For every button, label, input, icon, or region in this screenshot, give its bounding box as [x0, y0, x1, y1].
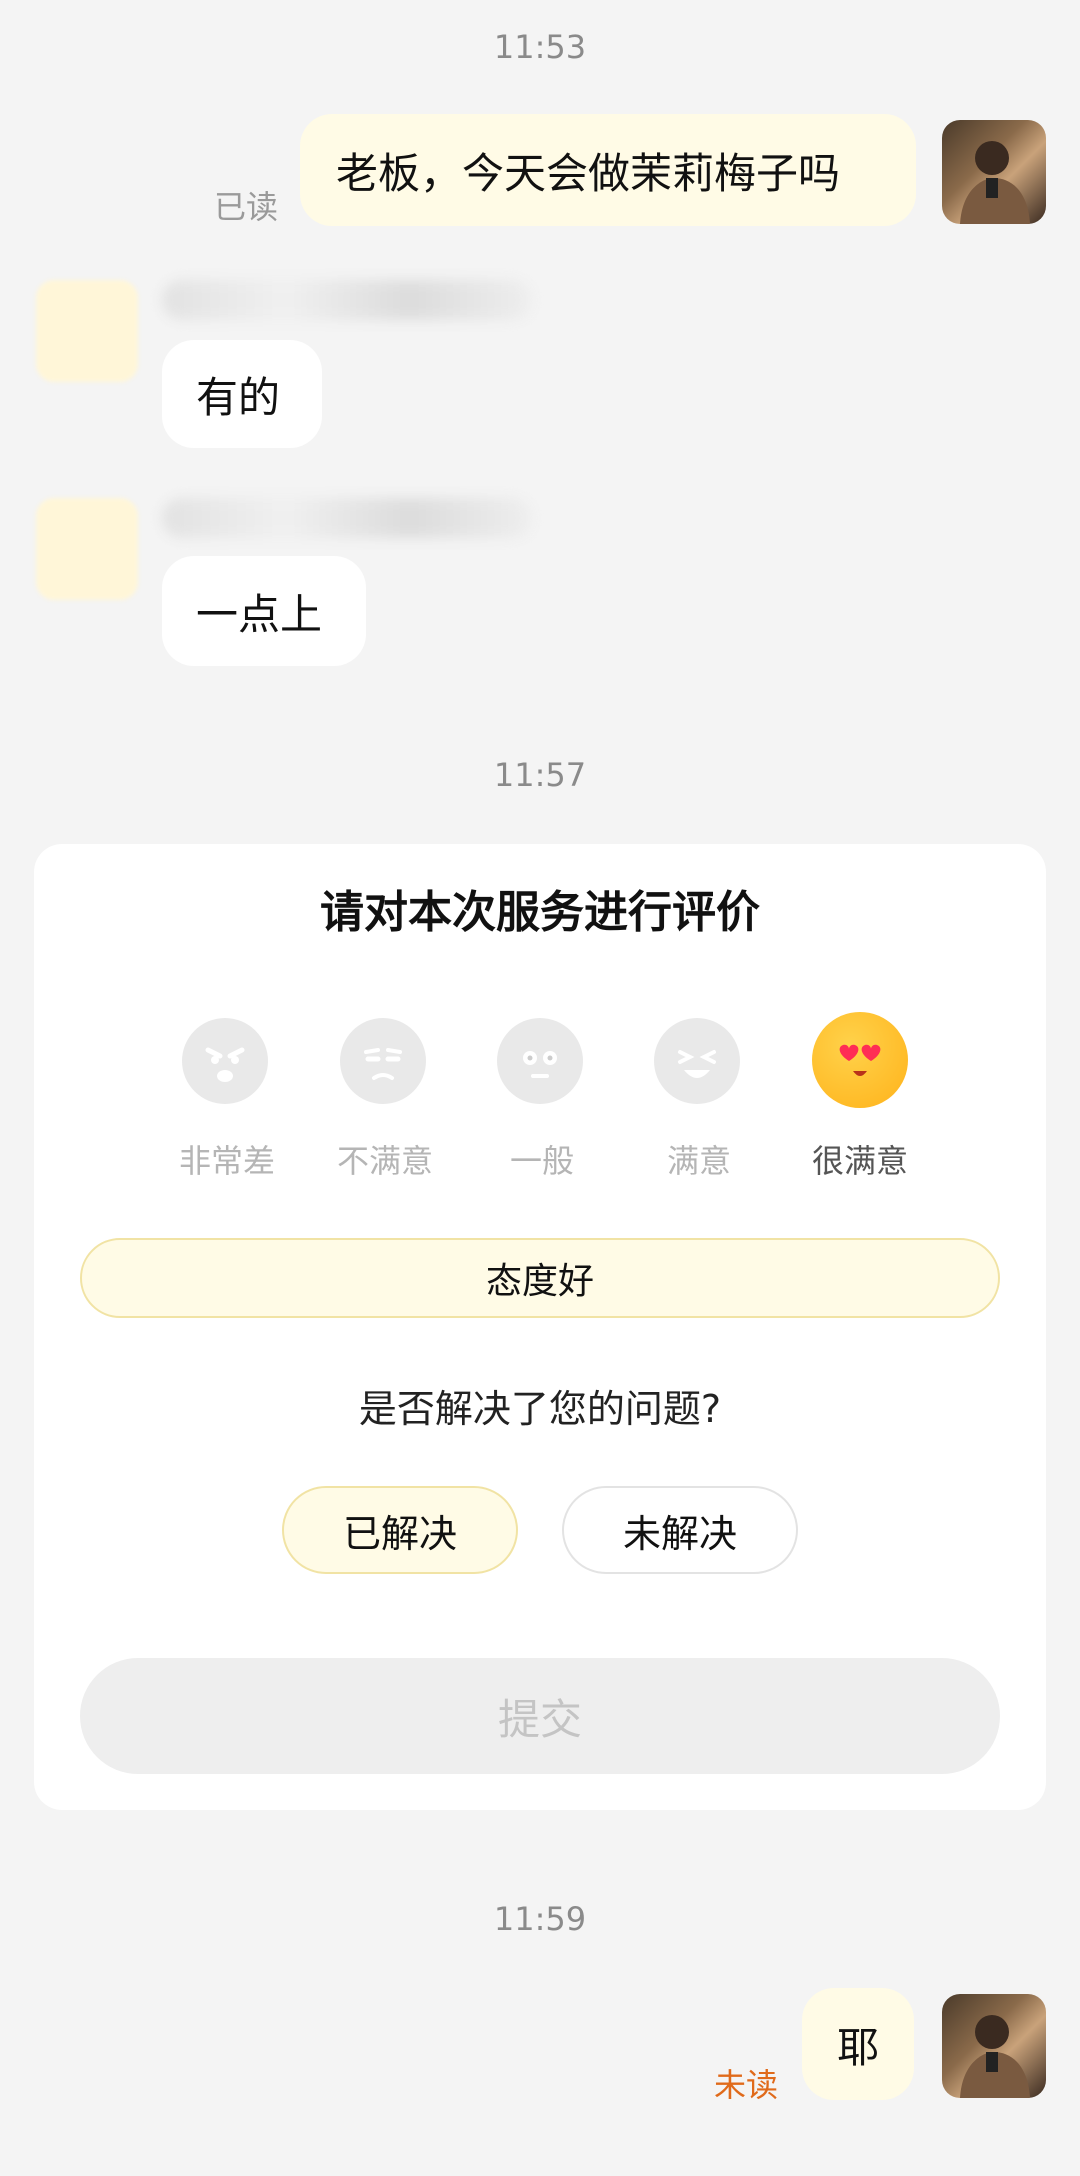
- shop-avatar[interactable]: [36, 498, 138, 600]
- unamused-face-icon: [340, 1018, 426, 1104]
- person-photo-icon: [960, 2015, 1030, 2098]
- tag-good-attitude[interactable]: 态度好: [80, 1238, 1000, 1318]
- laughing-face-icon: [654, 1018, 740, 1104]
- neutral-face-icon: [497, 1018, 583, 1104]
- rating-option-very-satisfied[interactable]: [812, 1012, 908, 1108]
- rating-label-selected: 很满意: [811, 1142, 908, 1180]
- tag-label: 态度好: [485, 1261, 594, 1302]
- timestamp: 11:57: [493, 756, 587, 794]
- shop-avatar[interactable]: [36, 280, 138, 382]
- message-text: 耶: [836, 2022, 879, 2072]
- my-avatar[interactable]: [942, 1994, 1046, 2098]
- rating-options: 非常差 不满意 一般 满意 很满意: [34, 1012, 1046, 1218]
- my-avatar[interactable]: [942, 120, 1046, 224]
- blurred-sender-name: [162, 280, 532, 320]
- my-message-bubble[interactable]: 老板，今天会做茉莉梅子吗: [300, 114, 916, 226]
- rating-card: 请对本次服务进行评价 非常差 不满意 一般 满意 很满意 态度好 是否解决了您的…: [34, 844, 1046, 1810]
- heart-eyes-face-icon: [812, 1012, 908, 1108]
- unresolved-label: 未解决: [622, 1511, 737, 1556]
- rating-label: 非常差: [178, 1142, 275, 1180]
- rating-label: 不满意: [336, 1142, 433, 1180]
- message-text: 有的: [196, 372, 281, 422]
- message-text: 一点上: [196, 589, 323, 639]
- resolved-button[interactable]: 已解决: [282, 1486, 518, 1574]
- blurred-sender-name: [162, 498, 532, 538]
- rating-option-satisfied[interactable]: [654, 1018, 744, 1104]
- unresolved-button[interactable]: 未解决: [562, 1486, 798, 1574]
- angry-face-icon: [182, 1018, 268, 1104]
- rating-label: 满意: [666, 1142, 731, 1180]
- resolved-label: 已解决: [342, 1511, 457, 1556]
- shop-message-bubble[interactable]: 有的: [162, 340, 322, 448]
- person-photo-icon: [960, 141, 1030, 224]
- unread-status: 未读: [714, 2066, 779, 2104]
- read-status: 已读: [214, 188, 279, 226]
- shop-message-bubble[interactable]: 一点上: [162, 556, 366, 666]
- rating-label: 一般: [509, 1142, 574, 1180]
- timestamp: 11:59: [493, 1900, 587, 1938]
- rating-option-neutral[interactable]: [497, 1018, 587, 1104]
- rating-title: 请对本次服务进行评价: [320, 887, 760, 938]
- timestamp: 11:53: [493, 28, 587, 66]
- resolved-question: 是否解决了您的问题?: [358, 1387, 722, 1431]
- rating-option-unsatisfied[interactable]: [340, 1018, 430, 1104]
- submit-label: 提交: [497, 1694, 582, 1744]
- message-text: 老板，今天会做茉莉梅子吗: [336, 148, 841, 198]
- my-message-bubble[interactable]: 耶: [802, 1988, 914, 2100]
- submit-button[interactable]: 提交: [80, 1658, 1000, 1774]
- rating-option-very-bad[interactable]: [182, 1018, 272, 1104]
